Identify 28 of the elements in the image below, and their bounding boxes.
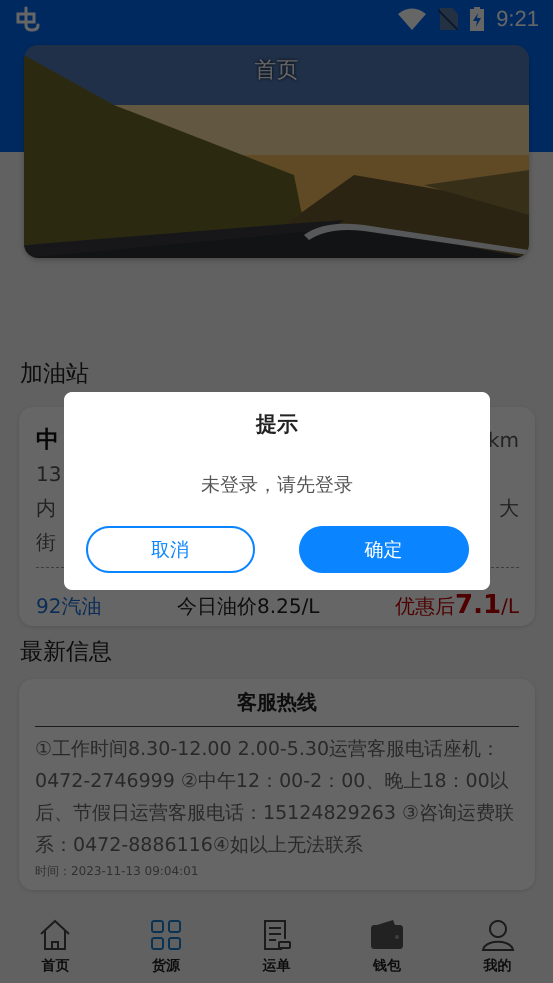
section-title: 最新信息 [19,638,113,667]
today-price: 今日油价8.25/L [177,593,320,620]
station-phone: 13 [36,461,62,488]
section-title: 加油站 [19,360,90,389]
tab-item[interactable]: 我的 [442,909,553,983]
tab-item[interactable]: 首页 [0,909,111,983]
dialog-title: 提示 [256,411,298,438]
notice-body: ①工作时间8.30-12.00 2.00-5.30运营客服电话座机：0472-2746999 ②中午12：00-2：00、晚上18：00以后、节假日运营客服电话：15124829263 ③咨询运费联系：0472-8886116④如以上无法联系 [35,737,516,858]
notice-title: 客服热线 [35,679,519,727]
status-time: 9:21 [496,6,539,32]
station-address: 街 [36,529,56,556]
battery-charging-icon [470,7,484,31]
station-address: 内 [36,495,56,522]
discount-price: 优惠后7.1/L [395,590,519,620]
app-logo-icon [14,5,42,33]
fuel-type: 92汽油 [36,593,102,620]
confirm-button[interactable]: 确定 [298,526,468,573]
dialog-message: 未登录，请先登录 [201,473,353,498]
page-title: 首页 [254,57,298,85]
tab-item[interactable]: 货源 [110,909,222,983]
tab-item[interactable]: 钱包 [332,909,442,983]
wifi-icon [398,8,426,30]
user-icon [480,917,516,953]
station-address: 大 [499,495,519,522]
no-sim-icon [438,8,458,30]
station-name: 中 [36,426,59,455]
cancel-button[interactable]: 取消 [86,526,254,573]
tab-item[interactable]: 运单 [221,909,332,983]
